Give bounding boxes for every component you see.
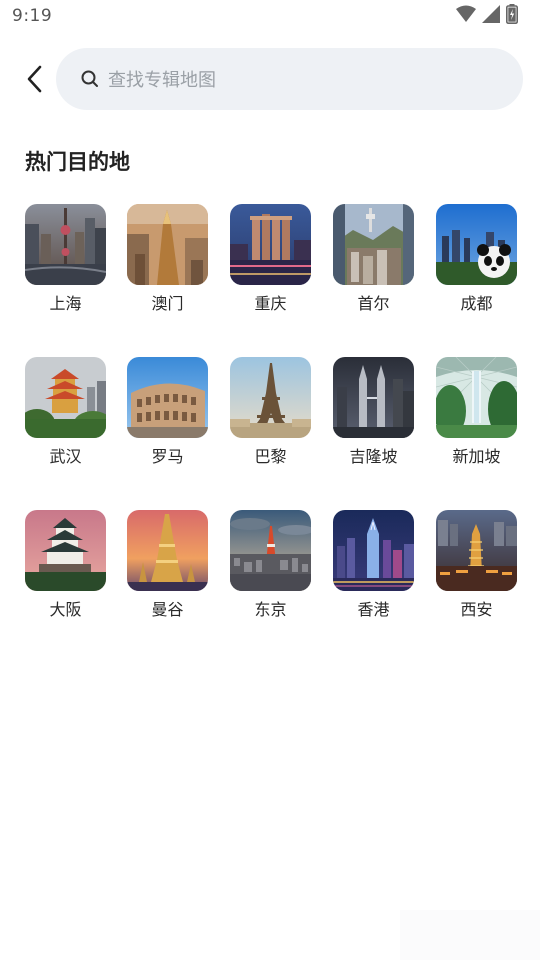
destination-shanghai[interactable]: 上海 bbox=[25, 204, 106, 322]
battery-icon bbox=[506, 4, 518, 28]
hong-kong-thumbnail bbox=[333, 510, 414, 591]
destination-label: 香港 bbox=[357, 600, 390, 619]
destination-label: 西安 bbox=[460, 600, 493, 619]
destination-chongqing[interactable]: 重庆 bbox=[230, 204, 311, 322]
destination-label: 澳门 bbox=[151, 294, 184, 313]
destination-label: 东京 bbox=[254, 600, 287, 619]
destination-label: 武汉 bbox=[49, 447, 82, 466]
back-button[interactable] bbox=[18, 60, 50, 98]
destination-label: 重庆 bbox=[254, 294, 287, 313]
shanghai-thumbnail bbox=[25, 204, 106, 285]
bangkok-thumbnail bbox=[127, 510, 208, 591]
status-time: 9:19 bbox=[12, 6, 53, 26]
destination-macau[interactable]: 澳门 bbox=[127, 204, 208, 322]
search-placeholder: 查找专辑地图 bbox=[108, 70, 216, 91]
osaka-thumbnail bbox=[25, 510, 106, 591]
seoul-thumbnail bbox=[333, 204, 414, 285]
destination-rome[interactable]: 罗马 bbox=[127, 357, 208, 475]
chevron-left-icon bbox=[27, 65, 42, 93]
header: 查找专辑地图 bbox=[0, 46, 540, 112]
destination-osaka[interactable]: 大阪 bbox=[25, 510, 106, 628]
destination-label: 上海 bbox=[49, 294, 82, 313]
wuhan-thumbnail bbox=[25, 357, 106, 438]
destination-xian[interactable]: 西安 bbox=[436, 510, 517, 628]
chongqing-thumbnail bbox=[230, 204, 311, 285]
destination-label: 大阪 bbox=[49, 600, 82, 619]
xian-thumbnail bbox=[436, 510, 517, 591]
chengdu-thumbnail bbox=[436, 204, 517, 285]
search-input[interactable]: 查找专辑地图 bbox=[56, 48, 523, 110]
search-icon bbox=[80, 69, 100, 89]
destination-label: 首尔 bbox=[357, 294, 390, 313]
destination-singapore[interactable]: 新加坡 bbox=[436, 357, 517, 475]
destination-label: 罗马 bbox=[151, 447, 184, 466]
destination-chengdu[interactable]: 成都 bbox=[436, 204, 517, 322]
destination-label: 巴黎 bbox=[254, 447, 287, 466]
wifi-icon bbox=[456, 5, 476, 27]
destination-label: 吉隆坡 bbox=[349, 447, 398, 466]
signal-icon bbox=[482, 5, 500, 27]
macau-thumbnail bbox=[127, 204, 208, 285]
destination-tokyo[interactable]: 东京 bbox=[230, 510, 311, 628]
rome-thumbnail bbox=[127, 357, 208, 438]
singapore-thumbnail bbox=[436, 357, 517, 438]
destination-paris[interactable]: 巴黎 bbox=[230, 357, 311, 475]
destination-label: 新加坡 bbox=[452, 447, 501, 466]
destination-wuhan[interactable]: 武汉 bbox=[25, 357, 106, 475]
status-icons bbox=[456, 4, 518, 28]
destination-seoul[interactable]: 首尔 bbox=[333, 204, 414, 322]
destination-label: 曼谷 bbox=[151, 600, 184, 619]
section-title: 热门目的地 bbox=[25, 150, 130, 174]
status-bar: 9:19 bbox=[0, 0, 540, 34]
destination-hong-kong[interactable]: 香港 bbox=[333, 510, 414, 628]
tokyo-thumbnail bbox=[230, 510, 311, 591]
kuala-lumpur-thumbnail bbox=[333, 357, 414, 438]
destination-kuala-lumpur[interactable]: 吉隆坡 bbox=[333, 357, 414, 475]
background-fade bbox=[400, 910, 540, 960]
destination-label: 成都 bbox=[460, 294, 493, 313]
destination-bangkok[interactable]: 曼谷 bbox=[127, 510, 208, 628]
paris-thumbnail bbox=[230, 357, 311, 438]
